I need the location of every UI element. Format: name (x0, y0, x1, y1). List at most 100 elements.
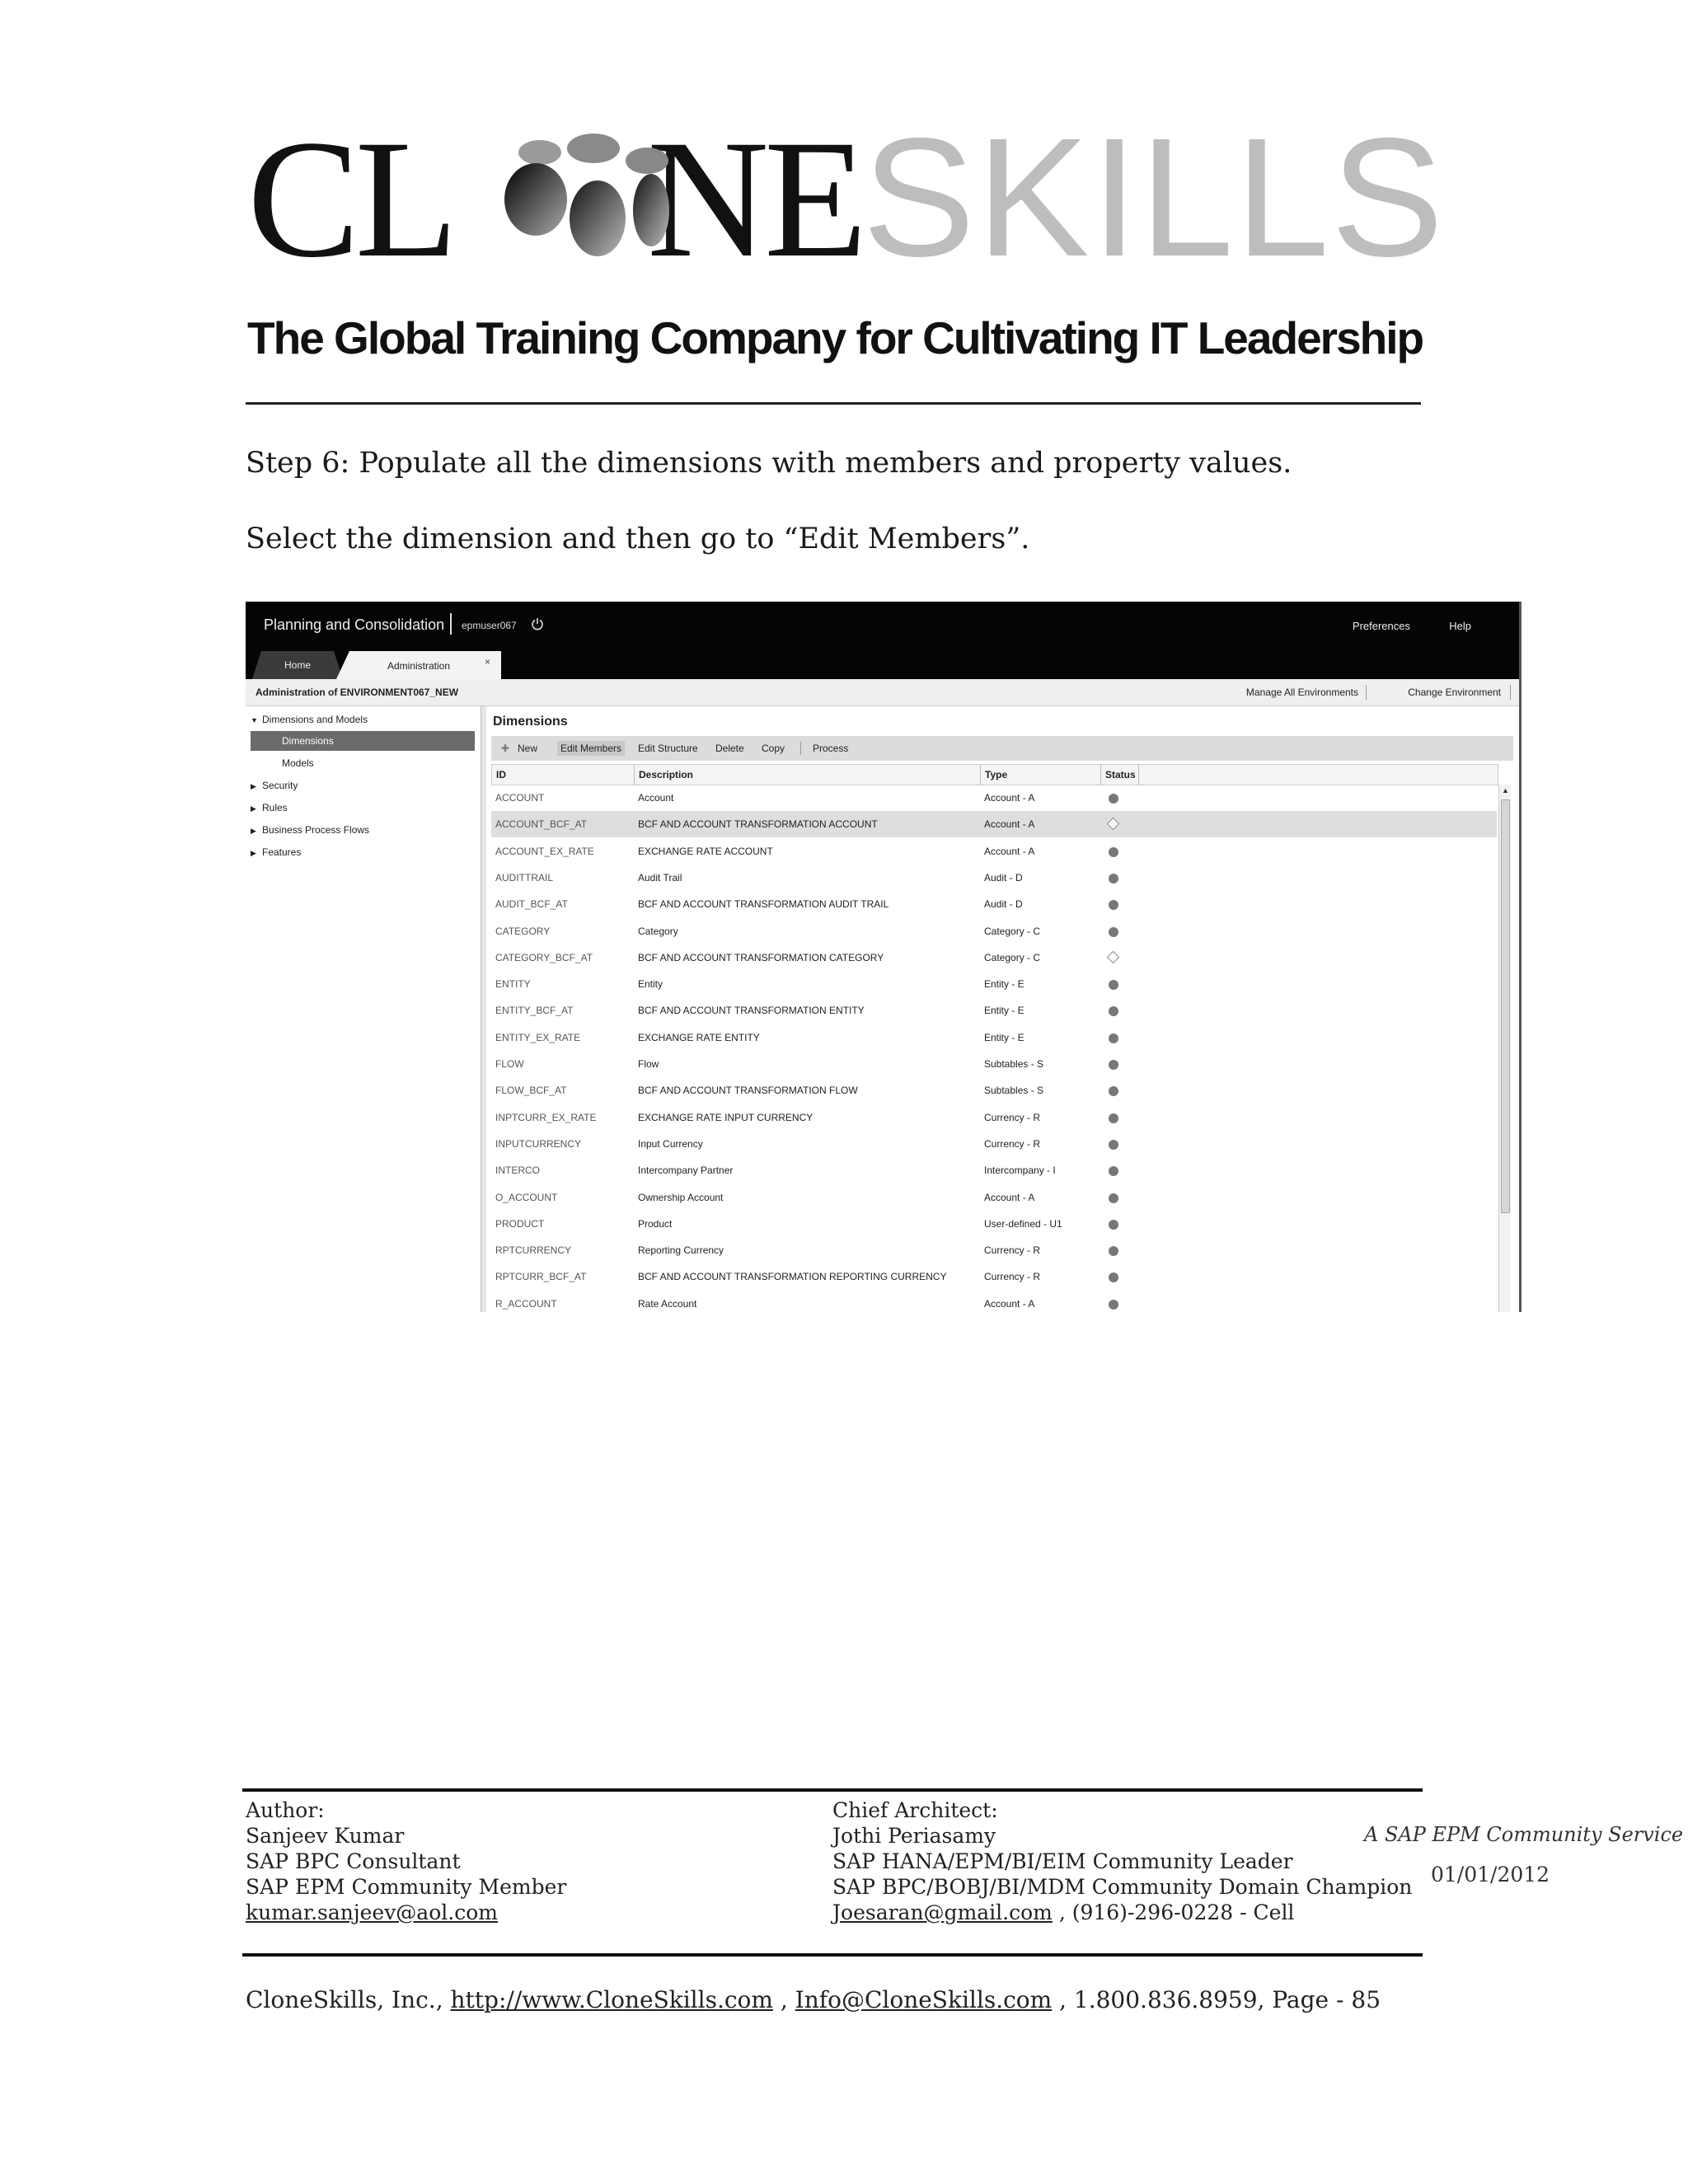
cell-id: ACCOUNT_BCF_AT (495, 818, 588, 831)
copy-button[interactable]: Copy (762, 743, 785, 754)
bpc-screenshot: Planning and Consolidation epmuser067 Pr… (246, 602, 1522, 1312)
table-row[interactable]: AUDIT_BCF_AT BCF AND ACCOUNT TRANSFORMATI… (491, 891, 1497, 917)
cell-id: ENTITY_EX_RATE (495, 1031, 581, 1043)
table-row[interactable]: FLOW_BCF_AT BCF AND ACCOUNT TRANSFORMATIO… (491, 1077, 1497, 1104)
cell-description: EXCHANGE RATE INPUT CURRENCY (638, 1111, 814, 1123)
column-header-type[interactable]: Type (985, 769, 1007, 780)
table-body: ACCOUNT Account Account - A ACCOUNT_BCF_AT B… (491, 785, 1497, 1312)
table-row[interactable]: INTERCO Intercompany Partner Intercompany … (491, 1157, 1497, 1183)
nav-models[interactable]: Models (251, 753, 475, 773)
table-row[interactable]: ACCOUNT_BCF_AT BCF AND ACCOUNT TRANSFORMA… (491, 811, 1497, 838)
cell-id: AUDITTRAIL (495, 871, 554, 883)
table-row[interactable]: CATEGORY_BCF_AT BCF AND ACCOUNT TRANSFORM… (491, 944, 1497, 971)
cell-type: Currency - R (984, 1244, 1041, 1257)
scroll-up-icon[interactable]: ▲ (1502, 786, 1509, 794)
table-row[interactable]: R_ACCOUNT Rate Account Account - A (491, 1291, 1497, 1312)
toolbar-separator (800, 742, 801, 755)
process-button[interactable]: Process (813, 743, 848, 754)
nav-rules[interactable]: ▶ Rules (251, 798, 475, 818)
edit-structure-button[interactable]: Edit Structure (638, 743, 698, 754)
table-row[interactable]: INPTCURR_EX_RATE EXCHANGE RATE INPUT CURR… (491, 1104, 1497, 1131)
column-header-status[interactable]: Status (1105, 769, 1138, 780)
new-button[interactable]: New (518, 743, 537, 754)
cell-id: INPTCURR_EX_RATE (495, 1111, 597, 1123)
table-row[interactable]: ENTITY_BCF_AT BCF AND ACCOUNT TRANSFORMAT… (491, 997, 1497, 1024)
plus-icon: ✚ (501, 743, 510, 754)
architect-phone: , (916)-296-0228 - Cell (1052, 1900, 1295, 1924)
architect-email-link[interactable]: Joesaran@gmail.com (832, 1900, 1053, 1924)
table-header: ID Description Type Status (491, 764, 1498, 785)
close-tab-icon[interactable]: × (485, 656, 490, 668)
status-processed-icon (1109, 1060, 1118, 1070)
change-environment-link[interactable]: Change Environment (1408, 687, 1501, 698)
caret-right-icon: ▶ (251, 804, 256, 813)
tab-home[interactable]: Home (252, 651, 343, 679)
status-unprocessed-icon (1106, 950, 1120, 964)
table-row[interactable]: O_ACCOUNT Ownership Account Account - A (491, 1184, 1497, 1211)
table-row[interactable]: PRODUCT Product User-defined - U1 (491, 1211, 1497, 1237)
nav-dimensions[interactable]: Dimensions (251, 731, 475, 751)
cell-type: Subtables - S (984, 1058, 1044, 1070)
table-row[interactable]: ACCOUNT Account Account - A (491, 785, 1497, 811)
cell-id: ACCOUNT (495, 792, 545, 804)
status-processed-icon (1109, 1272, 1118, 1283)
nav-security[interactable]: ▶ Security (251, 776, 475, 795)
architect-title: SAP BPC/BOBJ/BI/MDM Community Domain Cha… (832, 1875, 1413, 1899)
table-row[interactable]: RPTCURRENCY Reporting Currency Currency - … (491, 1237, 1497, 1263)
table-row[interactable]: ENTITY_EX_RATE EXCHANGE RATE ENTITY Entity… (491, 1024, 1497, 1051)
table-row[interactable]: ACCOUNT_EX_RATE EXCHANGE RATE ACCOUNT Acco… (491, 838, 1497, 865)
manage-environments-link[interactable]: Manage All Environments (1246, 687, 1358, 698)
power-icon[interactable] (531, 617, 544, 630)
title-separator (450, 613, 452, 635)
panel-title: Dimensions (493, 715, 568, 729)
info-email-link[interactable]: Info@CloneSkills.com (795, 1986, 1053, 2013)
status-processed-icon (1109, 873, 1118, 883)
cell-id: CATEGORY_BCF_AT (495, 951, 593, 963)
edit-members-button[interactable]: Edit Members (557, 741, 626, 756)
status-processed-icon (1109, 1246, 1118, 1257)
tagline: The Global Training Company for Cultivat… (247, 312, 1424, 363)
column-header-id[interactable]: ID (496, 769, 506, 780)
tab-administration[interactable]: Administration (336, 651, 501, 679)
table-row[interactable]: RPTCURR_BCF_AT BCF AND ACCOUNT TRANSFORMA… (491, 1263, 1497, 1290)
nav-dimensions-and-models[interactable]: ▼ Dimensions and Models (251, 710, 475, 729)
delete-button[interactable]: Delete (715, 743, 744, 754)
cell-id: O_ACCOUNT (495, 1191, 558, 1203)
status-processed-icon (1109, 1219, 1118, 1230)
nav-business-process-flows[interactable]: ▶ Business Process Flows (251, 820, 475, 840)
nav-features[interactable]: ▶ Features (251, 842, 475, 862)
vertical-scrollbar[interactable]: ▲ (1498, 785, 1511, 1312)
author-membership: SAP EPM Community Member (246, 1875, 567, 1899)
status-processed-icon (1109, 794, 1118, 804)
preferences-link[interactable]: Preferences (1353, 620, 1410, 632)
cell-type: Currency - R (984, 1137, 1041, 1150)
cell-description: Product (638, 1217, 673, 1230)
help-link[interactable]: Help (1449, 620, 1471, 632)
cell-description: BCF AND ACCOUNT TRANSFORMATION AUDIT TRA… (638, 898, 889, 911)
cell-description: Reporting Currency (638, 1244, 724, 1257)
cell-type: Currency - R (984, 1271, 1041, 1283)
dimensions-table: ID Description Type Status ACCOUNT Accoun… (491, 764, 1513, 1312)
document-date: 01/01/2012 (1431, 1863, 1550, 1886)
table-row[interactable]: ENTITY Entity Entity - E (491, 971, 1497, 997)
status-processed-icon (1109, 926, 1118, 937)
table-row[interactable]: FLOW Flow Subtables - S (491, 1051, 1497, 1077)
table-row[interactable]: CATEGORY Category Category - C (491, 918, 1497, 944)
footer-bottom-rule (242, 1953, 1423, 1957)
pane-splitter[interactable] (481, 706, 486, 1312)
logo-ovals-icon (504, 134, 669, 256)
author-email-link[interactable]: kumar.sanjeev@aol.com (246, 1900, 498, 1924)
website-link[interactable]: http://www.CloneSkills.com (451, 1986, 773, 2013)
scroll-thumb[interactable] (1501, 799, 1510, 1213)
cell-type: Entity - E (984, 1031, 1025, 1043)
status-processed-icon (1109, 1193, 1118, 1203)
footer-top-rule (242, 1788, 1423, 1792)
column-header-description[interactable]: Description (639, 769, 693, 780)
cell-type: Account - A (984, 818, 1035, 831)
cell-id: RPTCURRENCY (495, 1244, 572, 1257)
column-separator (1100, 765, 1101, 785)
table-row[interactable]: INPUTCURRENCY Input Currency Currency - R (491, 1131, 1497, 1157)
status-unprocessed-icon (1106, 818, 1120, 831)
table-row[interactable]: AUDITTRAIL Audit Trail Audit - D (491, 865, 1497, 891)
cell-description: Account (638, 792, 674, 804)
